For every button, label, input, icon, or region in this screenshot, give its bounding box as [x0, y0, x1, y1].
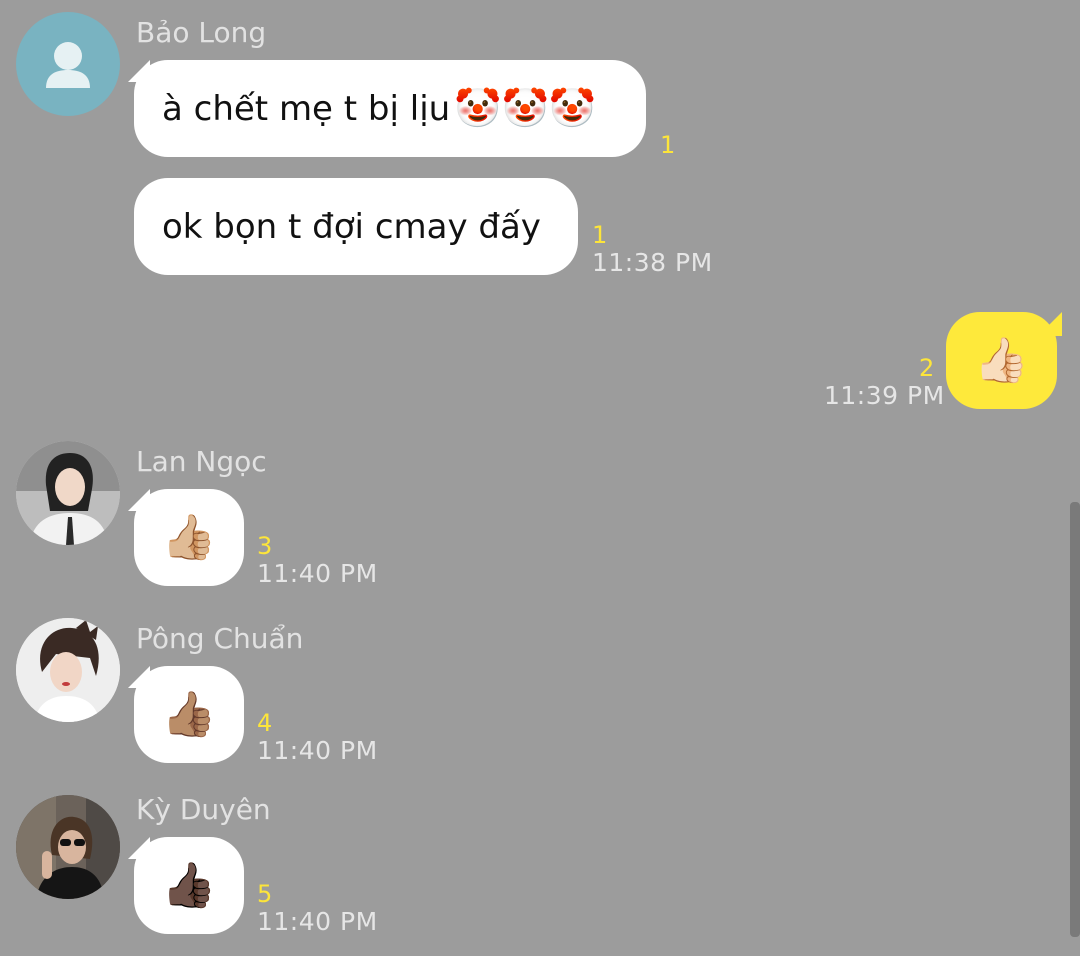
- thumbs-up-emoji: 👍🏿: [161, 859, 217, 911]
- message-time: 11:40 PM: [257, 559, 378, 588]
- message-bubble[interactable]: à chết mẹ t bị lịu 🤡🤡🤡: [134, 60, 646, 157]
- sender-name: Lan Ngọc: [136, 445, 267, 478]
- my-message-bubble[interactable]: 👍🏻: [946, 312, 1057, 409]
- message-text: ok bọn t đợi cmay đấy: [162, 206, 541, 247]
- unread-count: 2: [919, 354, 935, 382]
- default-profile-icon: [46, 42, 90, 88]
- message-time: 11:40 PM: [257, 907, 378, 936]
- sender-name: Kỳ Duyên: [136, 793, 271, 826]
- avatar-ky-duyen[interactable]: [16, 795, 120, 899]
- avatar-lan-ngoc[interactable]: [16, 441, 120, 545]
- clown-emoji: 🤡🤡🤡: [454, 86, 597, 130]
- message-time: 11:39 PM: [824, 381, 945, 410]
- thumbs-up-emoji: 👍🏼: [161, 511, 217, 563]
- person-photo: [16, 441, 120, 545]
- message-time: 11:40 PM: [257, 736, 378, 765]
- thumbs-up-emoji: 👍🏽: [161, 688, 217, 740]
- message-bubble[interactable]: 👍🏼: [134, 489, 244, 586]
- unread-count: 4: [257, 709, 273, 737]
- unread-count: 1: [592, 221, 608, 249]
- chat-scrollbar[interactable]: [1070, 502, 1080, 937]
- unread-count: 5: [257, 880, 273, 908]
- person-photo: [16, 795, 120, 899]
- message-text: à chết mẹ t bị lịu: [162, 88, 451, 129]
- message-bubble[interactable]: 👍🏿: [134, 837, 244, 934]
- message-time: 11:38 PM: [592, 248, 713, 277]
- message-bubble[interactable]: ok bọn t đợi cmay đấy: [134, 178, 578, 275]
- message-bubble[interactable]: 👍🏽: [134, 666, 244, 763]
- person-photo: [16, 618, 120, 722]
- sender-name: Pông Chuẩn: [136, 622, 304, 655]
- sender-name: Bảo Long: [136, 16, 267, 49]
- unread-count: 3: [257, 532, 273, 560]
- avatar-bao-long[interactable]: [16, 12, 120, 116]
- thumbs-up-emoji: 👍🏻: [974, 334, 1029, 386]
- unread-count: 1: [660, 131, 676, 159]
- avatar-pong-chuan[interactable]: [16, 618, 120, 722]
